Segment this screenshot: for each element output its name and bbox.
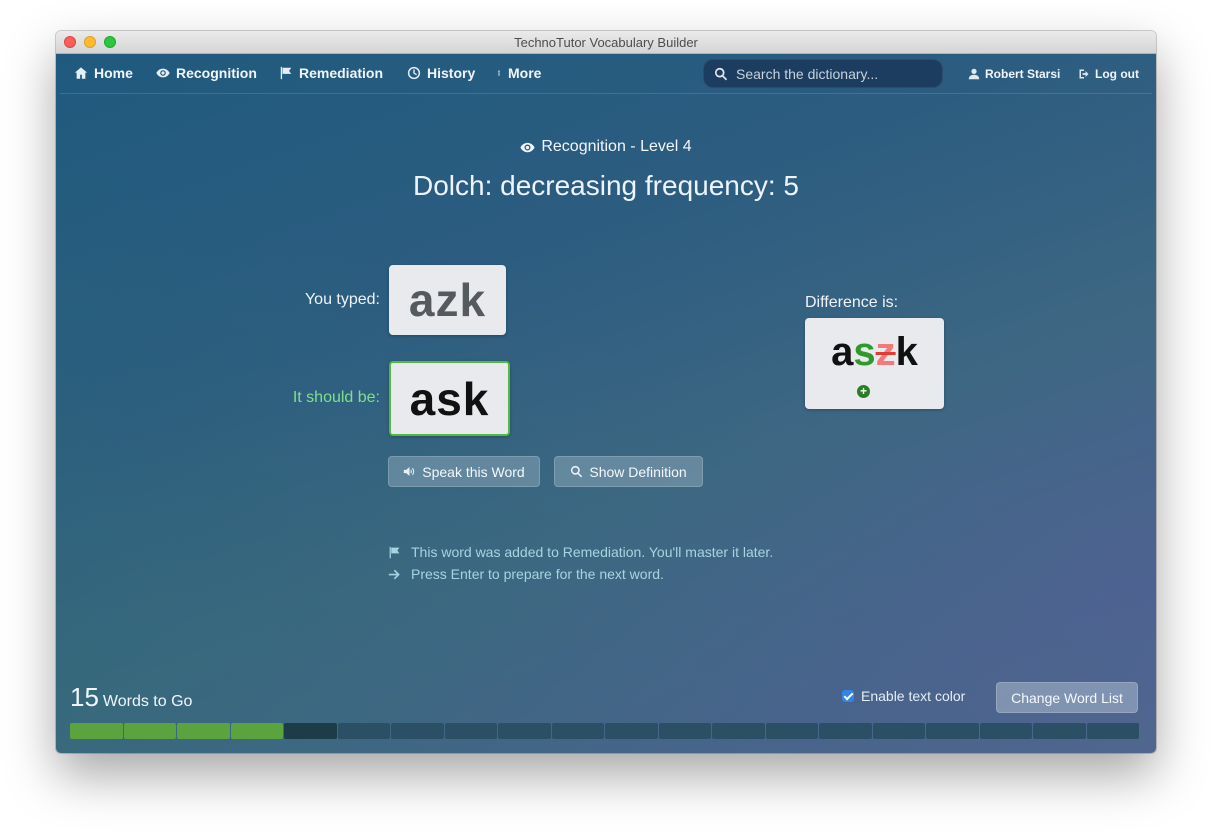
nav-more[interactable]: More [496, 65, 541, 81]
title-bar: TechnoTutor Vocabulary Builder [56, 31, 1156, 54]
search-icon [715, 67, 728, 80]
speak-word-button[interactable]: Speak this Word [388, 456, 540, 487]
progress-segment-remaining [658, 723, 711, 739]
speaker-icon [404, 467, 415, 476]
dictionary-search[interactable] [703, 59, 943, 88]
text-color-toggle[interactable]: Enable text color [842, 688, 965, 704]
correct-label: It should be: [292, 389, 380, 406]
flag-icon [280, 66, 292, 80]
nav-history[interactable]: History [407, 65, 475, 81]
app-window: TechnoTutor Vocabulary Builder Home Reco… [56, 31, 1156, 753]
nav-home[interactable]: Home [74, 65, 133, 81]
plus-circle-icon: + [857, 385, 870, 398]
search-input[interactable] [736, 65, 931, 82]
top-navbar: Home Recognition Remediation History Mor… [60, 54, 1152, 94]
diff-letter-added: s [853, 330, 876, 374]
words-remaining-count: 15 [70, 682, 99, 712]
progress-segment-remaining [1033, 723, 1086, 739]
change-word-list-button[interactable]: Change Word List [996, 682, 1138, 713]
progress-segment-done [230, 723, 283, 739]
progress-segment-remaining [391, 723, 444, 739]
text-color-checkbox[interactable] [842, 690, 854, 702]
difference-word: aszk [805, 330, 944, 375]
next-word-note: Press Enter to prepare for the next word… [388, 566, 664, 582]
diff-letter-removed: z [875, 330, 896, 374]
text-color-label: Enable text color [861, 688, 966, 704]
user-menu[interactable]: Robert Starsi [968, 67, 1060, 81]
diff-letter-same: a [831, 330, 854, 374]
logout-link[interactable]: Log out [1078, 67, 1139, 81]
home-icon [74, 67, 88, 79]
maximize-window-button[interactable] [104, 36, 116, 48]
progress-segment-remaining [872, 723, 925, 739]
nav-remediation[interactable]: Remediation [279, 65, 383, 81]
progress-segment-remaining [551, 723, 604, 739]
remediation-note: This word was added to Remediation. You'… [388, 544, 773, 560]
progress-segment-remaining [498, 723, 551, 739]
progress-segment-done [70, 723, 123, 739]
progress-segment-done [177, 723, 230, 739]
progress-segment-remaining [765, 723, 818, 739]
flag-icon [389, 546, 400, 558]
typed-word-card: azk [389, 265, 506, 335]
logout-icon [1079, 69, 1089, 79]
nav-recognition[interactable]: Recognition [156, 65, 257, 81]
diff-letter-same: k [895, 330, 918, 374]
progress-segment-remaining [819, 723, 872, 739]
progress-segment-remaining [337, 723, 390, 739]
arrow-right-icon [388, 569, 400, 579]
progress-segment-done [123, 723, 176, 739]
eye-icon [520, 142, 535, 152]
minimize-window-button[interactable] [84, 36, 96, 48]
close-window-button[interactable] [64, 36, 76, 48]
eye-icon [156, 68, 170, 78]
progress-segment-remaining [444, 723, 497, 739]
difference-label: Difference is: [805, 294, 899, 311]
clock-icon [407, 66, 421, 80]
progress-segment-remaining [1086, 723, 1139, 739]
user-icon [968, 68, 980, 80]
words-remaining: 15 Words to Go [70, 682, 192, 713]
app-content: Home Recognition Remediation History Mor… [56, 54, 1156, 753]
search-icon [571, 465, 583, 478]
more-vertical-icon [498, 70, 500, 76]
words-remaining-label: Words to Go [102, 693, 193, 710]
progress-segment-current [284, 723, 337, 739]
difference-card: aszk + [805, 318, 944, 409]
correct-word-card: ask [389, 361, 510, 436]
window-title: TechnoTutor Vocabulary Builder [514, 35, 698, 50]
word-list-title: Dolch: decreasing frequency: 5 [413, 170, 799, 201]
exercise-mode: Recognition - Level 4 [56, 138, 1156, 156]
progress-segment-remaining [712, 723, 765, 739]
typed-label: You typed: [304, 291, 380, 308]
progress-segment-remaining [926, 723, 979, 739]
show-definition-button[interactable]: Show Definition [554, 456, 703, 487]
progress-segment-remaining [979, 723, 1032, 739]
progress-segment-remaining [605, 723, 658, 739]
word-progress-bar [70, 723, 1139, 739]
